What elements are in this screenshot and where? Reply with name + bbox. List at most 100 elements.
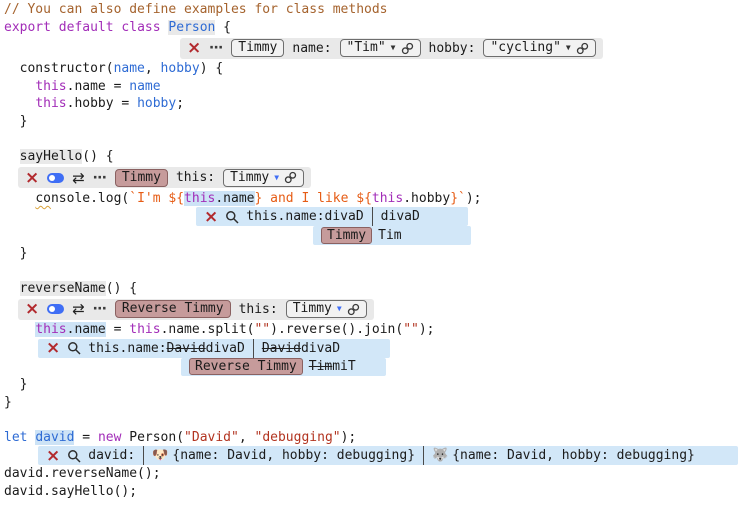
assign-name-line: this.name = name [4,78,749,96]
code-token: this [35,96,66,111]
code-token: ; [176,96,184,111]
this-label: this: [239,302,278,317]
code-token: } [450,191,458,206]
search-icon[interactable] [67,449,81,463]
code-token: ); [341,430,357,445]
close-icon[interactable]: × [204,210,218,224]
code-token: constructor( [4,61,114,76]
code-token: this [129,322,160,337]
value-separator [372,207,373,226]
code-token: ); [466,191,482,206]
code-token: Person( [121,430,184,445]
code-token [51,20,59,35]
code-token: david.reverseName(); [4,466,161,481]
example-timmy-button[interactable]: Timmy [231,39,284,57]
code-token: () { [106,281,137,296]
code-token: this [184,191,215,206]
code-editor[interactable]: // You can also define examples for clas… [0,0,749,500]
example-chip-reverse-timmy[interactable]: Reverse Timmy [115,300,231,318]
code-token: = [74,430,97,445]
code-token: nsole.log( [51,191,129,206]
code-token [4,322,35,337]
reversename-probe-value-row: ×this.name: David divaDDavid divaD [38,339,390,358]
code-token: hobby [137,96,176,111]
code-token: ) { [200,61,223,76]
close-icon[interactable]: × [25,171,39,185]
search-icon[interactable] [67,341,81,355]
probe-old-value: David [167,341,206,356]
reversename-probe-example-row: Reverse TimmyTim miT [181,358,386,377]
close-brace-line: } [4,245,749,263]
close-icon[interactable]: × [187,41,201,55]
close-icon[interactable]: × [25,302,39,316]
this-value-dropdown[interactable]: Timmy▼ [286,300,367,318]
more-menu-icon[interactable]: ⋯ [209,43,223,53]
code-token [4,281,20,296]
code-token: .hobby = [67,96,137,111]
code-token: this [35,79,66,94]
close-icon[interactable]: × [46,449,60,463]
class-close-brace-line: } [4,394,749,412]
close-icon[interactable]: × [46,341,60,355]
toggle-icon[interactable] [47,304,64,314]
code-token: .name [215,191,254,206]
code-token [4,96,35,111]
blank-line [4,131,749,149]
hobby-value-dropdown[interactable]: "cycling"▼ [483,39,595,57]
call-reversename-line: david.reverseName(); [4,465,749,483]
example-chip-timmy[interactable]: Timmy [115,169,168,187]
value-separator [423,446,424,465]
probe-chip-timmy: Timmy [321,227,372,244]
class-example-widget: ×⋯Timmyname:"Tim"▼hobby:"cycling"▼ [180,38,603,59]
search-icon[interactable] [225,210,239,224]
david-probe-row: ×david: 🐶 {name: David, hobby: debugging… [38,446,738,465]
probe-text: this.name: [246,209,324,224]
code-token: } [4,114,27,129]
rerun-arrows-icon[interactable]: ⇄ [72,172,85,184]
sayhello-probe-example-row: TimmyTim [313,226,471,245]
probe-old-value: David [262,341,301,356]
code-token: Person [168,20,215,35]
probe-object-value: {name: David, hobby: debugging} [452,448,695,463]
code-token: and I like [262,191,356,206]
link-icon[interactable] [284,171,297,184]
reversename-declaration-line: reverseName() { [4,280,749,298]
toggle-icon[interactable] [47,173,64,183]
more-menu-icon[interactable]: ⋯ [93,304,107,314]
code-token [4,79,35,94]
code-token: name [114,61,145,76]
code-token: reverseName [20,281,106,296]
new-person-line: let david = new Person("David", "debuggi… [4,429,749,447]
probe-value: divaD [206,341,245,356]
blank-line [4,262,749,280]
code-token: class [121,20,160,35]
assign-hobby-line: this.hobby = hobby; [4,95,749,113]
close-brace-line: } [4,113,749,131]
probe-value: divaD [381,209,420,224]
david-probe-row-row: ×david: 🐶 {name: David, hobby: debugging… [4,446,749,465]
link-icon[interactable] [576,42,589,55]
name-value-dropdown[interactable]: "Tim"▼ [340,39,421,57]
rerun-arrows-icon[interactable]: ⇄ [72,303,85,315]
class-declaration-line: export default class Person { [4,19,749,37]
more-menu-icon[interactable]: ⋯ [93,173,107,183]
code-token: this [372,191,403,206]
reversename-probe-value-row-row: ×this.name: David divaDDavid divaD [4,339,749,358]
chevron-down-icon: ▼ [391,44,396,52]
code-token: , [145,61,161,76]
code-token: () { [82,149,113,164]
code-token: this [35,322,66,337]
code-token [4,191,35,206]
link-icon[interactable] [401,42,414,55]
code-token: .hobby [403,191,450,206]
code-token: default [59,20,114,35]
probe-value: divaD [301,341,340,356]
link-icon[interactable] [347,303,360,316]
probe-value: miT [332,359,355,374]
this-value-dropdown[interactable]: Timmy▼ [223,169,304,187]
code-token: } [4,377,27,392]
code-token: sayHello [20,149,83,164]
code-token: ${ [356,191,372,206]
constructor-line: constructor(name, hobby) { [4,60,749,78]
probe-object-value: {name: David, hobby: debugging} [172,448,415,463]
